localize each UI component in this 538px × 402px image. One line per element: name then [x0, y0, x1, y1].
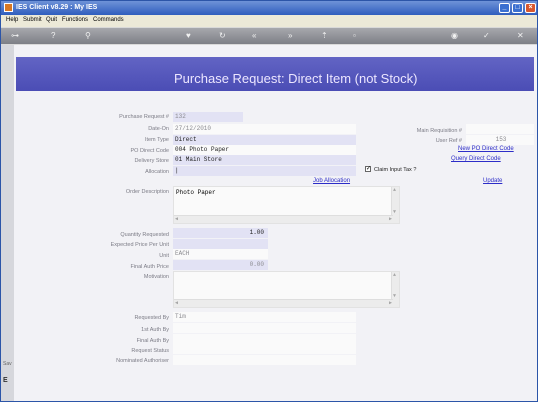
motivation-hscrollbar[interactable]: ◀ ▶	[174, 299, 393, 307]
form-header: Purchase Request: Direct Item (not Stock…	[16, 57, 534, 91]
label-user-ref: User Ref #	[435, 138, 462, 144]
label-purchase-request: Purchase Request #	[119, 114, 169, 120]
menu-submit[interactable]: Submit	[23, 17, 42, 23]
menu-help[interactable]: Help	[6, 17, 18, 23]
window-title: IES Client v8.29 : My IES	[16, 4, 98, 11]
scroll-left-arrow-icon[interactable]: ◀	[175, 216, 178, 222]
query-direct-code-link[interactable]: Query Direct Code	[451, 156, 501, 162]
item-type-field[interactable]: Direct	[173, 135, 356, 145]
form-area: Purchase Request # Date-On Item Type PO …	[16, 91, 534, 401]
menu-quit[interactable]: Quit	[46, 17, 57, 23]
label-final-auth-by: Final Auth By	[136, 338, 169, 344]
scroll-up-arrow-icon[interactable]: ▲	[393, 187, 396, 193]
expected-price-field[interactable]	[173, 239, 268, 249]
label-unit: Unit	[159, 253, 169, 259]
menu-functions[interactable]: Functions	[62, 17, 88, 23]
final-auth-by-field[interactable]	[173, 334, 356, 344]
label-nominated-authoriser: Nominated Authoriser	[116, 358, 169, 364]
fast-forward-icon[interactable]: »	[288, 31, 292, 41]
label-delivery-store: Delivery Store	[134, 158, 169, 164]
motivation-textarea[interactable]: ▲ ▼ ◀ ▶	[173, 271, 400, 308]
claim-input-tax-checkbox[interactable]: ✓	[365, 166, 371, 172]
label-expected-price: Expected Price Per Unit	[110, 242, 169, 248]
label-item-type: Item Type	[144, 137, 169, 143]
unit-field[interactable]: EACH	[173, 249, 268, 259]
scroll-up-arrow-icon[interactable]: ▲	[393, 272, 396, 278]
title-bar: IES Client v8.29 : My IES _ □ ×	[1, 1, 537, 15]
order-description-textarea[interactable]: Photo Paper ▲ ▼ ◀ ▶	[173, 186, 400, 224]
claim-input-tax-label: Claim Input Tax ?	[374, 167, 417, 173]
date-on-field[interactable]: 27/12/2010	[173, 124, 356, 134]
delivery-store-field[interactable]: 01 Main Store	[173, 155, 356, 165]
export-icon[interactable]: ⇡	[321, 31, 328, 41]
allocation-field[interactable]: |	[173, 166, 356, 176]
order-description-value: Photo Paper	[176, 189, 216, 196]
maximize-button[interactable]: □	[512, 3, 523, 13]
final-auth-price-field[interactable]: 0.00	[173, 260, 268, 270]
scroll-left-arrow-icon[interactable]: ◀	[175, 300, 178, 306]
user-ref-field[interactable]: 153	[466, 135, 534, 145]
page-title: Purchase Request: Direct Item (not Stock…	[174, 71, 418, 86]
label-allocation: Allocation	[145, 169, 169, 175]
refresh-icon[interactable]: ↻	[219, 31, 226, 41]
left-strip: Sav E	[1, 45, 14, 401]
new-po-direct-code-link[interactable]: New PO Direct Code	[458, 146, 514, 152]
po-direct-code-field[interactable]: 004 Photo Paper	[173, 145, 356, 155]
app-icon	[4, 3, 13, 12]
close-window-button[interactable]: ×	[525, 3, 536, 13]
confirm-icon[interactable]: ✓	[483, 31, 490, 41]
label-main-requisition: Main Requisition #	[416, 128, 462, 134]
job-allocation-link[interactable]: Job Allocation	[313, 178, 350, 184]
key-icon[interactable]: ⊶	[11, 31, 19, 41]
heart-icon[interactable]: ♥	[186, 31, 191, 41]
menu-commands[interactable]: Commands	[93, 17, 124, 23]
scroll-right-arrow-icon[interactable]: ▶	[389, 216, 392, 222]
request-status-field[interactable]	[173, 344, 356, 354]
label-request-status: Request Status	[131, 348, 169, 354]
order-description-hscrollbar[interactable]: ◀ ▶	[174, 215, 393, 223]
quantity-requested-field[interactable]: 1.00	[173, 228, 268, 238]
label-motivation: Motivation	[143, 274, 169, 280]
globe-icon[interactable]: ◉	[451, 31, 458, 41]
label-requested-by: Requested By	[134, 315, 169, 321]
save-label[interactable]: Sav	[3, 361, 12, 367]
help-icon[interactable]: ?	[51, 31, 55, 41]
toolbar: ⊶ ? ⚲ ♥ ↻ « » ⇡ ▫ ◉ ✓ ✕	[1, 28, 537, 44]
label-quantity-requested: Quantity Requested	[120, 232, 169, 238]
label-date-on: Date-On	[148, 126, 169, 132]
scroll-down-arrow-icon[interactable]: ▼	[393, 293, 396, 299]
label-first-auth-by: 1st Auth By	[141, 327, 169, 333]
rewind-icon[interactable]: «	[252, 31, 256, 41]
label-final-auth-price: Final Auth Price	[130, 264, 169, 270]
label-po-direct-code: PO Direct Code	[130, 148, 169, 154]
minimize-button[interactable]: _	[499, 3, 510, 13]
scroll-right-arrow-icon[interactable]: ▶	[389, 300, 392, 306]
requested-by-field[interactable]: Tim	[173, 312, 356, 322]
search-icon[interactable]: ⚲	[85, 31, 91, 41]
update-link[interactable]: Update	[483, 178, 502, 184]
sidebar-e-label[interactable]: E	[3, 377, 8, 384]
label-order-description: Order Description	[125, 189, 169, 195]
first-auth-by-field[interactable]	[173, 323, 356, 333]
purchase-request-field[interactable]: 132	[173, 112, 243, 122]
page-icon[interactable]: ▫	[353, 31, 356, 41]
cancel-icon[interactable]: ✕	[517, 31, 524, 41]
nominated-authoriser-field[interactable]	[173, 355, 356, 365]
main-requisition-field[interactable]	[466, 124, 534, 134]
menu-bar: Help Submit Quit Functions Commands	[1, 15, 537, 27]
app-window: IES Client v8.29 : My IES _ □ × Help Sub…	[0, 0, 538, 402]
scroll-down-arrow-icon[interactable]: ▼	[393, 209, 396, 215]
